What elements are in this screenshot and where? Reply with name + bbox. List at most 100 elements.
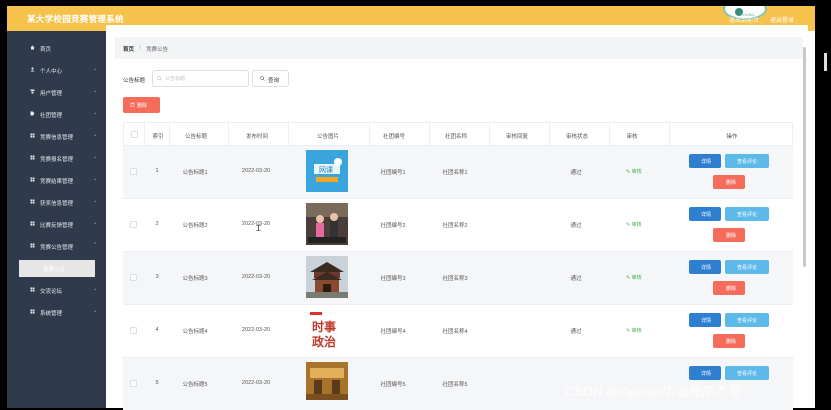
sidebar-item-users[interactable]: 用户管理 ⌄ [7, 83, 106, 101]
announcement-image: 网课 [306, 150, 348, 192]
audit-label: 审核 [631, 222, 642, 228]
search-field[interactable] [152, 70, 249, 87]
announcement-image: 时事 政治 [306, 309, 348, 351]
sidebar-item-feedback[interactable]: 比赛反馈管理 ⌄ [7, 215, 106, 233]
view-comments-label: 查看评论 [737, 212, 758, 218]
view-comments-button[interactable]: 查看评论 [725, 313, 769, 327]
sidebar-item-label: 竞赛公告管理 [40, 245, 74, 251]
detail-button[interactable]: 详情 [689, 154, 721, 168]
table-row: 4 公告标题4 2022-03-20 时事 政治 社团编号4 社团名称4 通过 ✎… [123, 305, 793, 358]
cell-status: 通过 [570, 223, 582, 229]
cell-club-name: 社团名称1 [442, 170, 468, 176]
audit-link[interactable]: ✎ 审核 [626, 327, 642, 334]
cell-club-no: 社团编号5 [380, 382, 406, 388]
back-to-front-link[interactable]: 退出到前台 [729, 15, 759, 24]
audit-label: 审核 [631, 169, 642, 175]
detail-button[interactable]: 详情 [689, 366, 721, 380]
sidebar-item-label: 获奖信息管理 [40, 201, 74, 207]
batch-delete-label: 删除 [137, 103, 148, 109]
delete-button[interactable]: 删除 [713, 228, 745, 242]
sidebar-item-home[interactable]: 首页 [7, 39, 106, 57]
view-comments-button[interactable]: 查看评论 [725, 366, 769, 380]
table-row: 2 公告标题2 2022-03-20 社团编号2 社团名称2 通过 ✎ 审核 详… [123, 199, 793, 252]
sidebar-item-clubs[interactable]: 社团管理 ⌄ [7, 105, 106, 123]
chevron-down-icon: ⌄ [93, 198, 98, 204]
page-scrollbar[interactable] [803, 47, 806, 267]
col-title: 公告标题 [184, 134, 207, 140]
audit-link[interactable]: ✎ 审核 [626, 221, 642, 228]
row-checkbox[interactable] [130, 221, 137, 228]
search-input[interactable] [165, 75, 245, 83]
delete-button[interactable]: 删除 [713, 175, 745, 189]
query-button[interactable]: 查询 [252, 70, 289, 87]
cell-title: 公告标题4 [182, 329, 208, 335]
chevron-down-icon: ⌄ [93, 308, 98, 314]
row-checkbox[interactable] [130, 327, 137, 334]
detail-button[interactable]: 详情 [689, 313, 721, 327]
sidebar-item-label: 竞赛报名管理 [40, 157, 74, 163]
cell-status: 通过 [570, 276, 582, 282]
thumb-text: 时事 [312, 319, 336, 334]
row-checkbox[interactable] [130, 274, 137, 281]
search-icon [260, 76, 265, 81]
sidebar-item-forum[interactable]: 交流论坛 ⌄ [7, 281, 106, 299]
row-checkbox[interactable] [130, 380, 137, 387]
audit-link[interactable]: ✎ 审核 [626, 168, 642, 175]
audit-label: 审核 [631, 328, 642, 334]
announcement-image [306, 203, 348, 245]
audit-link[interactable]: ✎ 审核 [626, 274, 642, 281]
sidebar-item-contest-info[interactable]: 竞赛信息管理 ⌄ [7, 127, 106, 145]
detail-label: 详情 [701, 371, 712, 377]
cell-index: 2 [155, 221, 159, 227]
col-actions: 操作 [726, 134, 738, 140]
sidebar-item-label: 社团管理 [40, 113, 63, 119]
sidebar-item-contest-signup[interactable]: 竞赛报名管理 ⌄ [7, 149, 106, 167]
cell-club-name: 社团名称3 [442, 276, 468, 282]
view-comments-button[interactable]: 查看评论 [725, 260, 769, 274]
tag-icon [30, 111, 35, 116]
col-club-name: 社团名称 [444, 134, 467, 140]
edit-icon: ✎ [626, 169, 631, 175]
grid-icon [30, 155, 35, 160]
cell-club-no: 社团编号1 [380, 170, 406, 176]
sidebar-item-label: 竞赛结果管理 [40, 179, 74, 185]
grid-icon [30, 243, 35, 248]
delete-button[interactable]: 删除 [713, 281, 745, 295]
outer-scrollbar[interactable] [824, 53, 827, 71]
cell-date: 2022-03-20 [241, 274, 271, 280]
sidebar-item-announcements[interactable]: 竞赛公告管理 ⌃ [7, 237, 106, 255]
cell-club-no: 社团编号2 [380, 223, 406, 229]
cell-date: 2022-03-20 [241, 327, 271, 333]
sidebar-item-awards[interactable]: 获奖信息管理 ⌄ [7, 193, 106, 211]
breadcrumb-home[interactable]: 首页 [123, 45, 134, 53]
cell-club-no: 社团编号4 [380, 329, 406, 335]
sidebar-item-system[interactable]: 系统管理 ⌄ [7, 303, 106, 321]
select-all-checkbox[interactable] [131, 131, 138, 138]
batch-delete-button[interactable]: 删除 [123, 97, 160, 113]
logout-link[interactable]: 退出登录 [770, 15, 794, 24]
sidebar-item-contest-results[interactable]: 竞赛结果管理 ⌄ [7, 171, 106, 189]
detail-button[interactable]: 详情 [689, 260, 721, 274]
view-comments-button[interactable]: 查看评论 [725, 207, 769, 221]
view-comments-button[interactable]: 查看评论 [725, 154, 769, 168]
chevron-down-icon: ⌄ [93, 110, 98, 116]
sidebar-subitem-announcements[interactable]: 竞赛公告 [19, 260, 95, 277]
col-date: 发布时间 [245, 134, 268, 140]
cell-status: 通过 [570, 170, 582, 176]
grid-icon [30, 309, 35, 314]
view-comments-label: 查看评论 [737, 159, 758, 165]
filter-label: 公告标题 [123, 78, 146, 84]
cell-title: 公告标题3 [182, 276, 208, 282]
sidebar-item-profile[interactable]: 个人中心 ⌄ [7, 61, 106, 79]
sidebar-subitem-label: 竞赛公告 [43, 267, 66, 273]
col-index: 索引 [152, 134, 164, 140]
col-audit: 审核 [626, 134, 638, 140]
text-cursor-icon: Ꮖ [256, 224, 262, 233]
row-checkbox[interactable] [130, 168, 137, 175]
cell-date: 2022-03-20 [241, 380, 271, 386]
grid-icon [30, 133, 35, 138]
detail-label: 详情 [701, 159, 712, 165]
delete-button[interactable]: 删除 [713, 334, 745, 348]
detail-button[interactable]: 详情 [689, 207, 721, 221]
chevron-down-icon: ⌄ [93, 132, 98, 138]
